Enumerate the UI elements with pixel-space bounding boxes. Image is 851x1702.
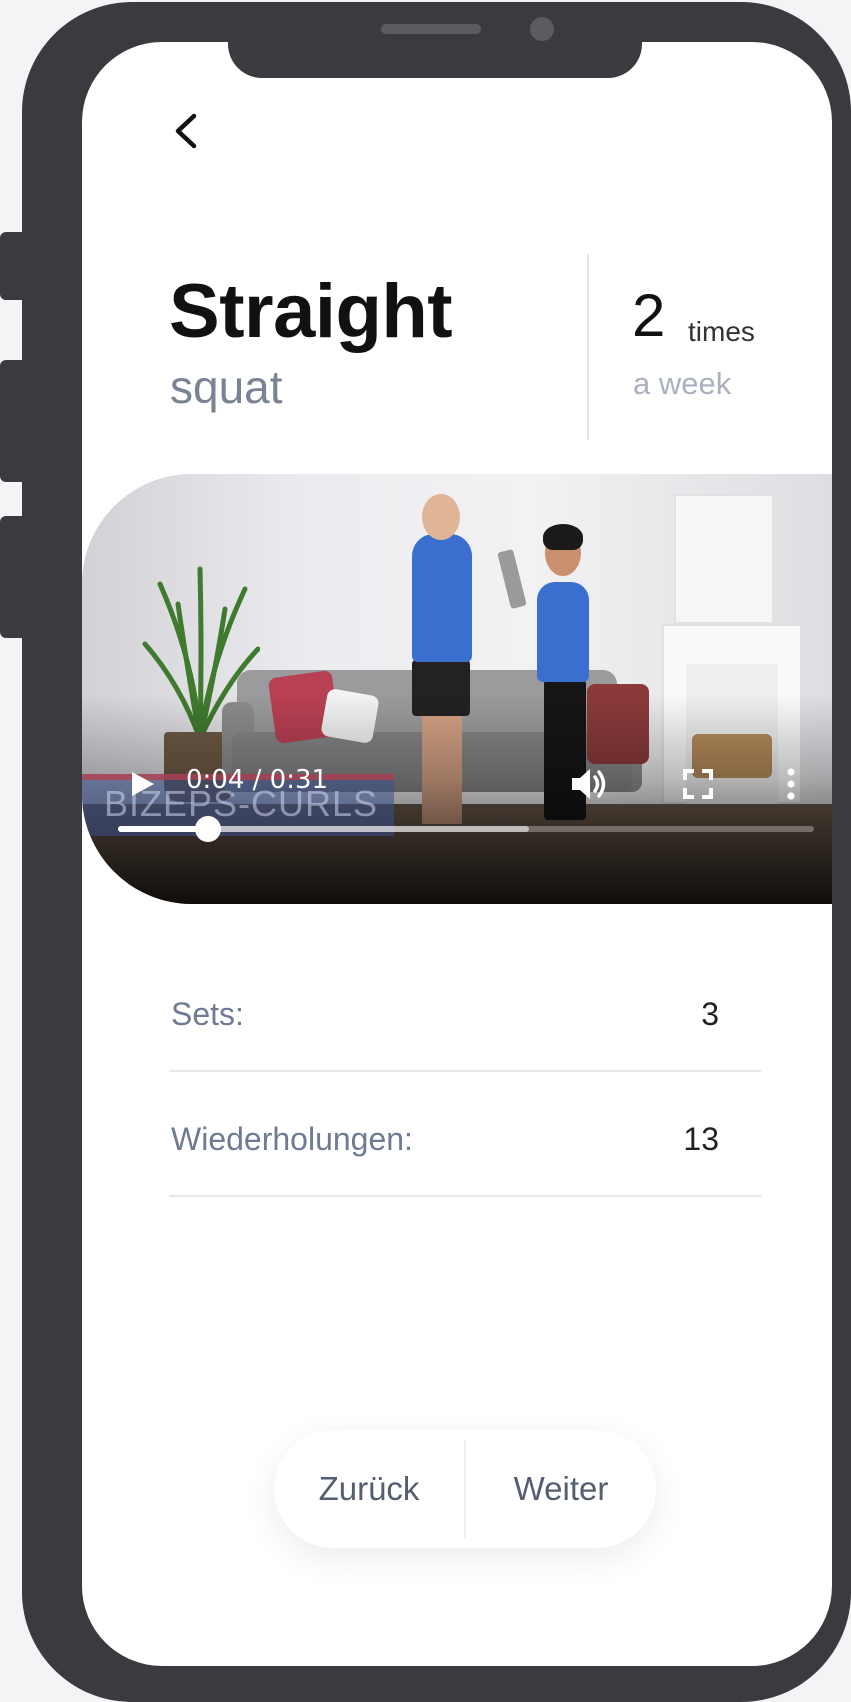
exercise-subtitle: squat bbox=[170, 361, 283, 413]
stat-value: 3 bbox=[701, 996, 719, 1032]
speaker-grille bbox=[381, 24, 481, 34]
back-step-button[interactable]: Zurück bbox=[274, 1430, 464, 1548]
phone-frame: Straight squat 2 times a week BIZEPS-CUR… bbox=[22, 2, 851, 1702]
frequency-period: a week bbox=[633, 366, 732, 401]
video-time-display: 0:04 / 0:31 bbox=[186, 765, 329, 795]
more-vertical-icon bbox=[787, 768, 795, 800]
app-screen: Straight squat 2 times a week BIZEPS-CUR… bbox=[82, 42, 832, 1666]
frequency-unit: times bbox=[688, 316, 755, 347]
play-button[interactable] bbox=[122, 764, 162, 804]
more-options-button[interactable] bbox=[776, 764, 806, 804]
video-athlete-shirt bbox=[537, 582, 589, 682]
stat-row-sets: Sets: 3 bbox=[169, 986, 759, 1046]
video-trainer-head bbox=[422, 494, 460, 540]
stat-label: Wiederholungen: bbox=[171, 1121, 413, 1157]
video-seek-bar[interactable] bbox=[118, 816, 814, 842]
volume-icon bbox=[572, 769, 606, 799]
chevron-left-icon bbox=[175, 113, 197, 149]
frequency-count: 2 bbox=[632, 282, 666, 349]
video-athlete-hair bbox=[543, 524, 583, 550]
stat-divider bbox=[169, 1070, 761, 1072]
stat-value: 13 bbox=[683, 1121, 719, 1157]
exercise-title: Straight bbox=[169, 269, 453, 354]
front-camera bbox=[530, 17, 554, 41]
back-button[interactable] bbox=[162, 106, 212, 156]
volume-button[interactable] bbox=[566, 762, 610, 806]
video-trainer-shirt bbox=[412, 534, 472, 662]
play-icon bbox=[132, 772, 154, 796]
stat-row-repetitions: Wiederholungen: 13 bbox=[169, 1111, 759, 1171]
fullscreen-button[interactable] bbox=[678, 764, 718, 804]
exercise-video-player[interactable]: BIZEPS-CURLS 0:04 / 0:31 bbox=[82, 474, 832, 904]
stat-divider bbox=[169, 1195, 761, 1197]
navigation-pill: Zurück Weiter bbox=[274, 1430, 656, 1548]
header-divider bbox=[587, 254, 589, 440]
fullscreen-icon bbox=[683, 769, 713, 799]
stat-label: Sets: bbox=[171, 996, 244, 1032]
next-step-button[interactable]: Weiter bbox=[466, 1430, 656, 1548]
video-shelf bbox=[674, 494, 774, 624]
phone-notch bbox=[228, 2, 642, 78]
